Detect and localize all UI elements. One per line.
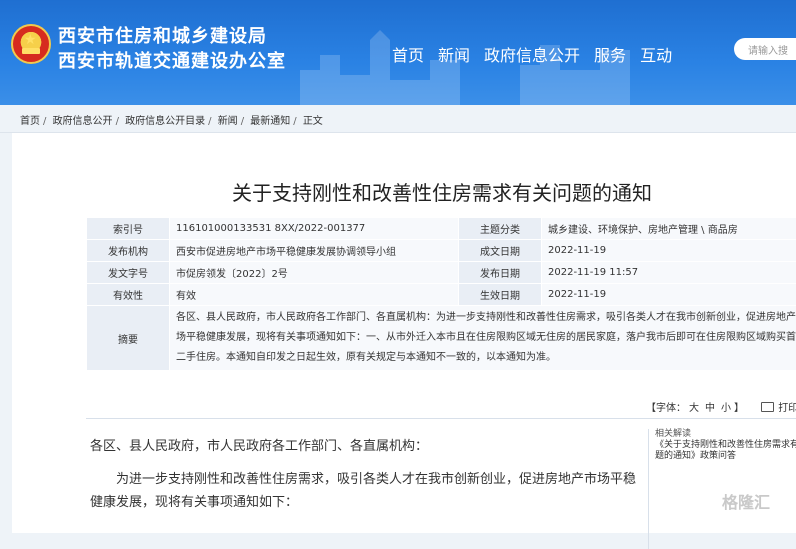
meta-label: 发文字号 [87, 262, 170, 284]
font-size-medium-button[interactable]: 中 [705, 403, 715, 414]
article-title: 关于支持刚性和改善性住房需求有关问题的通知 [232, 177, 652, 206]
breadcrumb-current: 正文 [303, 116, 323, 127]
main-nav: 首页 新闻 政府信息公开 服务 互动 [392, 42, 686, 66]
watermark: 格隆汇 [722, 489, 770, 513]
article-salutation: 各区、县人民政府，市人民政府各工作部门、各直属机构： [90, 435, 428, 454]
nav-news[interactable]: 新闻 [438, 42, 470, 66]
breadcrumb-gov-info[interactable]: 政府信息公开 [53, 116, 113, 127]
related-title: 相关解读 [655, 429, 796, 440]
meta-label: 发布日期 [459, 262, 542, 284]
article-card: 关于支持刚性和改善性住房需求有关问题的通知 索引号 11610100013353… [12, 133, 796, 533]
font-size-label: 【字体： [646, 403, 686, 414]
breadcrumb-gov-catalog[interactable]: 政府信息公开目录 [125, 116, 205, 127]
meta-value: 116101000133531 8XX/2022-001377 [170, 218, 459, 240]
breadcrumb-bar: 首页/ 政府信息公开/ 政府信息公开目录/ 新闻/ 最新通知/ 正文 [0, 105, 796, 133]
meta-value: 2022-11-19 11:57 [542, 262, 796, 284]
article-paragraph: 为进一步支持刚性和改善性住房需求，吸引各类人才在我市创新创业，促进房地产市场平稳… [90, 468, 640, 514]
nav-interaction[interactable]: 互动 [640, 42, 672, 66]
meta-label: 有效性 [87, 284, 170, 306]
nav-home[interactable]: 首页 [392, 42, 424, 66]
nav-service[interactable]: 服务 [594, 42, 626, 66]
meta-value: 2022-11-19 [542, 284, 796, 306]
meta-label: 发布机构 [87, 240, 170, 262]
meta-label: 摘要 [87, 306, 170, 371]
meta-value: 西安市促进房地产市场平稳健康发展协调领导小组 [170, 240, 459, 262]
meta-label: 成文日期 [459, 240, 542, 262]
summary-text: 各区、县人民政府，市人民政府各工作部门、各直属机构：为进一步支持刚性和改善性住房… [170, 306, 796, 371]
site-header: ★ 西安市住房和城乡建设局 西安市轨道交通建设办公室 首页 新闻 政府信息公开 … [0, 0, 796, 105]
search-input[interactable]: 请输入搜 [734, 38, 796, 60]
meta-label: 索引号 [87, 218, 170, 240]
meta-label: 生效日期 [459, 284, 542, 306]
related-link[interactable]: 《关于支持刚性和改善性住房需求有关问题的通知》政策问答 [655, 440, 796, 461]
meta-value: 2022-11-19 [542, 240, 796, 262]
breadcrumb-latest[interactable]: 最新通知 [250, 116, 290, 127]
org-name-line2: 西安市轨道交通建设办公室 [58, 47, 286, 73]
meta-value: 市促房领发〔2022〕2号 [170, 262, 459, 284]
printer-icon [761, 402, 774, 412]
national-emblem-icon: ★ [11, 24, 51, 64]
meta-value: 有效 [170, 284, 459, 306]
print-button[interactable]: 打印 [761, 403, 796, 414]
breadcrumb-home[interactable]: 首页 [20, 116, 40, 127]
article-tools: 【字体：大中小】 打印 [646, 399, 796, 414]
font-size-large-button[interactable]: 大 [689, 403, 699, 414]
divider [86, 418, 796, 419]
breadcrumb-news[interactable]: 新闻 [218, 116, 238, 127]
nav-gov-info[interactable]: 政府信息公开 [484, 42, 580, 66]
search-placeholder: 请输入搜 [748, 42, 788, 57]
meta-value: 城乡建设、环境保护、房地产管理 \ 商品房 [542, 218, 796, 240]
metadata-table: 索引号 116101000133531 8XX/2022-001377 主题分类… [86, 217, 796, 371]
meta-label: 主题分类 [459, 218, 542, 240]
font-size-small-button[interactable]: 小 [721, 403, 731, 414]
breadcrumb: 首页/ 政府信息公开/ 政府信息公开目录/ 新闻/ 最新通知/ 正文 [20, 112, 323, 127]
org-name-line1: 西安市住房和城乡建设局 [58, 22, 267, 48]
